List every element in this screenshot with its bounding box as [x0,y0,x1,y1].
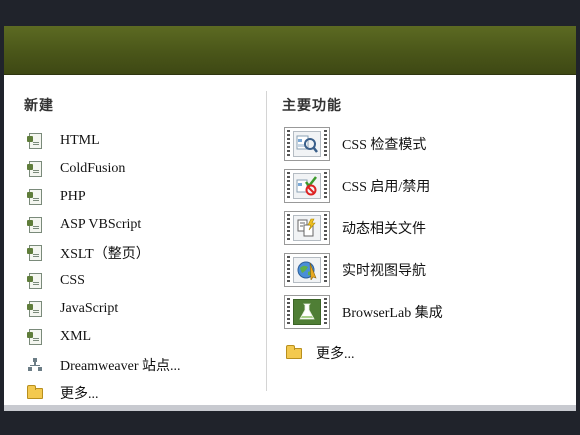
document-icon [24,186,46,208]
feature-label: CSS 检查模式 [342,138,427,153]
live-view-navigation-item[interactable]: 实时视图导航 [284,249,443,291]
more-label: 更多... [316,347,355,362]
new-javascript-item[interactable]: JavaScript [24,295,181,323]
new-xslt-item[interactable]: XSLT（整页） [24,239,181,267]
new-asp-vbscript-item[interactable]: ASP VBScript [24,211,181,239]
item-label: Dreamweaver 站点... [60,359,181,374]
folder-icon [286,344,302,359]
item-label: HTML [60,133,100,148]
site-icon [24,354,46,376]
document-icon [24,242,46,264]
new-php-item[interactable]: PHP [24,183,181,211]
related-files-item[interactable]: 动态相关文件 [284,207,443,249]
css-enable-disable-item[interactable]: CSS 启用/禁用 [284,165,443,207]
css-enable-disable-icon [284,169,330,203]
document-icon [24,158,46,180]
item-label: CSS [60,273,85,288]
create-new-heading: 新建 [24,99,54,114]
top-features-heading: 主要功能 [282,99,342,114]
window-top-frame [0,0,580,26]
new-coldfusion-item[interactable]: ColdFusion [24,155,181,183]
welcome-banner [4,26,576,75]
features-more-link[interactable]: 更多... [286,343,355,363]
css-inspect-item[interactable]: CSS 检查模式 [284,123,443,165]
feature-label: CSS 启用/禁用 [342,180,431,195]
related-files-icon [284,211,330,245]
document-icon [24,326,46,348]
feature-label: 动态相关文件 [342,222,426,237]
new-dreamweaver-site-item[interactable]: Dreamweaver 站点... [24,351,181,379]
top-features-list: CSS 检查模式 CSS 启用/禁用 动态相关文件 实时视图导航 Browser… [284,123,443,333]
browserlab-icon [284,295,330,329]
new-xml-item[interactable]: XML [24,323,181,351]
document-icon [24,298,46,320]
feature-label: 实时视图导航 [342,264,426,279]
css-inspect-icon [284,127,330,161]
document-icon [24,130,46,152]
live-view-navigation-icon [284,253,330,287]
item-label: PHP [60,189,86,204]
document-icon [24,214,46,236]
item-label: 更多... [60,387,99,402]
column-divider [266,91,267,391]
panel-bottom-strip [4,405,576,411]
item-label: JavaScript [60,301,119,316]
new-more-item[interactable]: 更多... [24,379,181,407]
feature-label: BrowserLab 集成 [342,306,443,321]
folder-icon [24,382,46,404]
new-css-item[interactable]: CSS [24,267,181,295]
item-label: ASP VBScript [60,217,142,232]
new-html-item[interactable]: HTML [24,127,181,155]
item-label: XML [60,329,92,344]
welcome-panel: 新建 HTML ColdFusion PHP ASP VBScript XSLT… [4,75,576,405]
browserlab-item[interactable]: BrowserLab 集成 [284,291,443,333]
create-new-list: HTML ColdFusion PHP ASP VBScript XSLT（整页… [24,127,181,407]
item-label: ColdFusion [60,161,126,176]
item-label: XSLT（整页） [60,247,150,262]
document-icon [24,270,46,292]
